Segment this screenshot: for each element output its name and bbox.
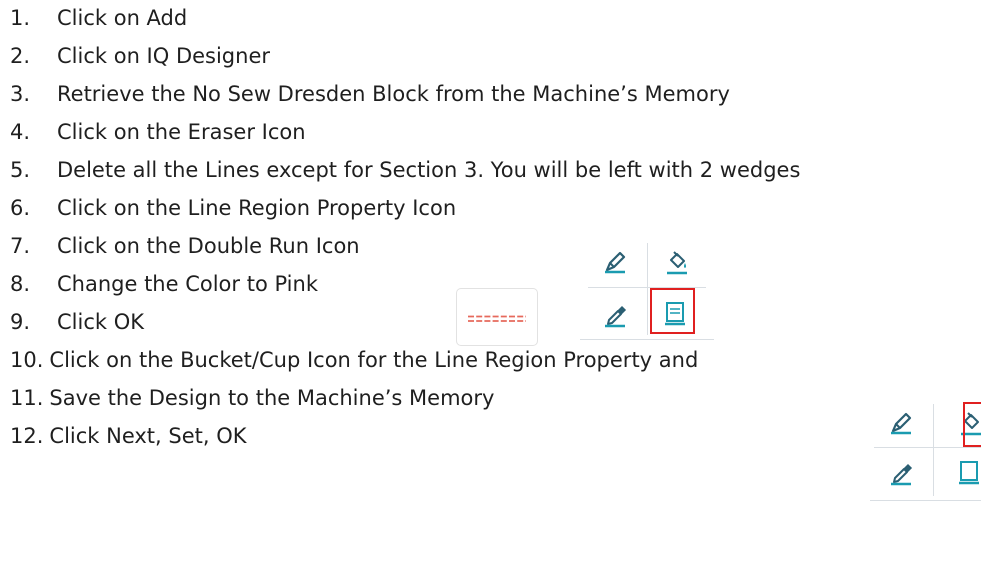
step-text: Click on the Line Region Property Icon — [57, 196, 457, 220]
step-number: 10. — [10, 348, 44, 372]
step-number: 11. — [10, 386, 44, 410]
instruction-list: 1. Click on Add 2. Click on IQ Designer 3.… — [0, 0, 981, 567]
line-pen-icon[interactable] — [600, 247, 630, 277]
eyedropper-icon[interactable] — [600, 299, 630, 329]
step-number: 1. — [10, 6, 31, 30]
double-run-line-icon — [468, 315, 526, 322]
step-8: 8. Change the Color to Pink — [10, 269, 318, 299]
step-number: 7. — [10, 234, 31, 258]
step-number: 8. — [10, 272, 31, 296]
step-text: Click OK — [57, 310, 145, 334]
step-text: Click on IQ Designer — [57, 44, 271, 68]
step-text: Click on the Double Run Icon — [57, 234, 360, 258]
step-number: 12. — [10, 424, 44, 448]
step-text: Click on the Eraser Icon — [57, 120, 306, 144]
step-number: 4. — [10, 120, 31, 144]
step-2: 2. Click on IQ Designer — [10, 41, 270, 71]
step-text: Save the Design to the Machine’s Memory — [49, 386, 495, 410]
step-9: 9. Click OK — [10, 307, 144, 337]
eyedropper-icon[interactable] — [886, 457, 916, 487]
step-number: 5. — [10, 158, 31, 182]
step-text: Click on the Bucket/Cup Icon for the Lin… — [49, 348, 699, 372]
step-text: Retrieve the No Sew Dresden Block from t… — [57, 82, 730, 106]
step-3: 3. Retrieve the No Sew Dresden Block from… — [10, 79, 730, 109]
step-text: Click on Add — [57, 6, 188, 30]
step-7: 7. Click on the Double Run Icon — [10, 231, 360, 261]
step-number: 6. — [10, 196, 31, 220]
step-number: 9. — [10, 310, 31, 334]
step-11: 11. Save the Design to the Machine’s Memo… — [10, 383, 494, 413]
region-property-icon[interactable] — [954, 457, 981, 487]
highlight-box — [650, 288, 695, 334]
step-number: 2. — [10, 44, 31, 68]
double-run-button[interactable] — [456, 288, 538, 346]
line-region-property-panel — [580, 235, 714, 340]
step-12: 12. Click Next, Set, OK — [10, 421, 247, 451]
highlight-box — [963, 402, 981, 447]
step-6: 6. Click on the Line Region Property Icon — [10, 193, 456, 223]
step-text: Change the Color to Pink — [57, 272, 318, 296]
step-5: 5. Delete all the Lines except for Sectio… — [10, 155, 800, 185]
step-4: 4. Click on the Eraser Icon — [10, 117, 306, 147]
step-text: Click Next, Set, OK — [49, 424, 247, 448]
step-text: Delete all the Lines except for Section … — [57, 158, 801, 182]
step-1: 1. Click on Add — [10, 3, 187, 33]
region-property-panel — [870, 400, 981, 501]
fill-bucket-icon[interactable] — [662, 247, 692, 277]
line-pen-icon[interactable] — [886, 408, 916, 438]
step-10: 10. Click on the Bucket/Cup Icon for the … — [10, 345, 698, 375]
step-number: 3. — [10, 82, 31, 106]
